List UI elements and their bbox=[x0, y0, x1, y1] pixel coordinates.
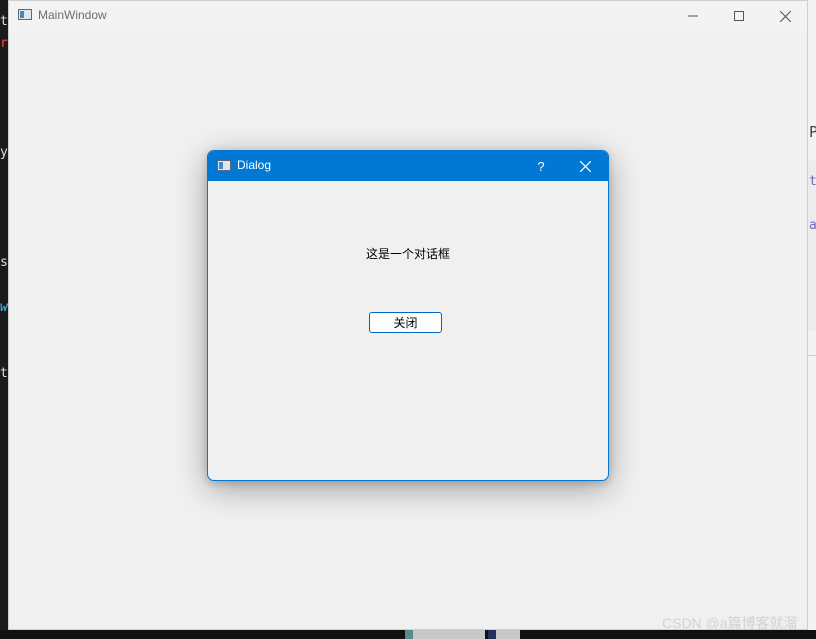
bg-divider bbox=[808, 355, 816, 356]
dialog-title: Dialog bbox=[237, 158, 272, 172]
maximize-icon bbox=[734, 11, 744, 21]
close-icon bbox=[579, 160, 591, 172]
bg-code-fragment: t bbox=[0, 14, 8, 29]
main-window-title: MainWindow bbox=[38, 8, 107, 22]
bg-code-fragment: w bbox=[0, 300, 8, 315]
dialog-window-icon bbox=[217, 160, 231, 171]
bg-code-fragment: a bbox=[809, 218, 816, 233]
bg-code-fragment: Pl bbox=[809, 123, 816, 141]
maximize-button[interactable] bbox=[716, 1, 762, 31]
close-icon bbox=[779, 10, 791, 22]
dialog-titlebar[interactable]: Dialog ? bbox=[208, 151, 608, 181]
dialog-close-x-button[interactable] bbox=[563, 151, 607, 181]
help-icon: ? bbox=[537, 158, 545, 174]
main-titlebar[interactable]: MainWindow bbox=[9, 1, 807, 31]
bg-code-fragment: r bbox=[0, 36, 8, 51]
watermark: CSDN @a篇博客就溜 bbox=[662, 615, 798, 631]
dialog-window: Dialog ? 这是一个对话框 关闭 bbox=[207, 150, 609, 481]
help-button[interactable]: ? bbox=[526, 151, 556, 181]
dialog-close-button[interactable]: 关闭 bbox=[369, 312, 442, 333]
minimize-icon bbox=[688, 15, 698, 17]
bg-code-fragment: to bbox=[809, 174, 816, 189]
main-close-button[interactable] bbox=[762, 1, 808, 31]
app-window-icon bbox=[18, 9, 32, 20]
minimize-button[interactable] bbox=[670, 1, 716, 31]
dialog-message: 这是一个对话框 bbox=[365, 247, 450, 261]
